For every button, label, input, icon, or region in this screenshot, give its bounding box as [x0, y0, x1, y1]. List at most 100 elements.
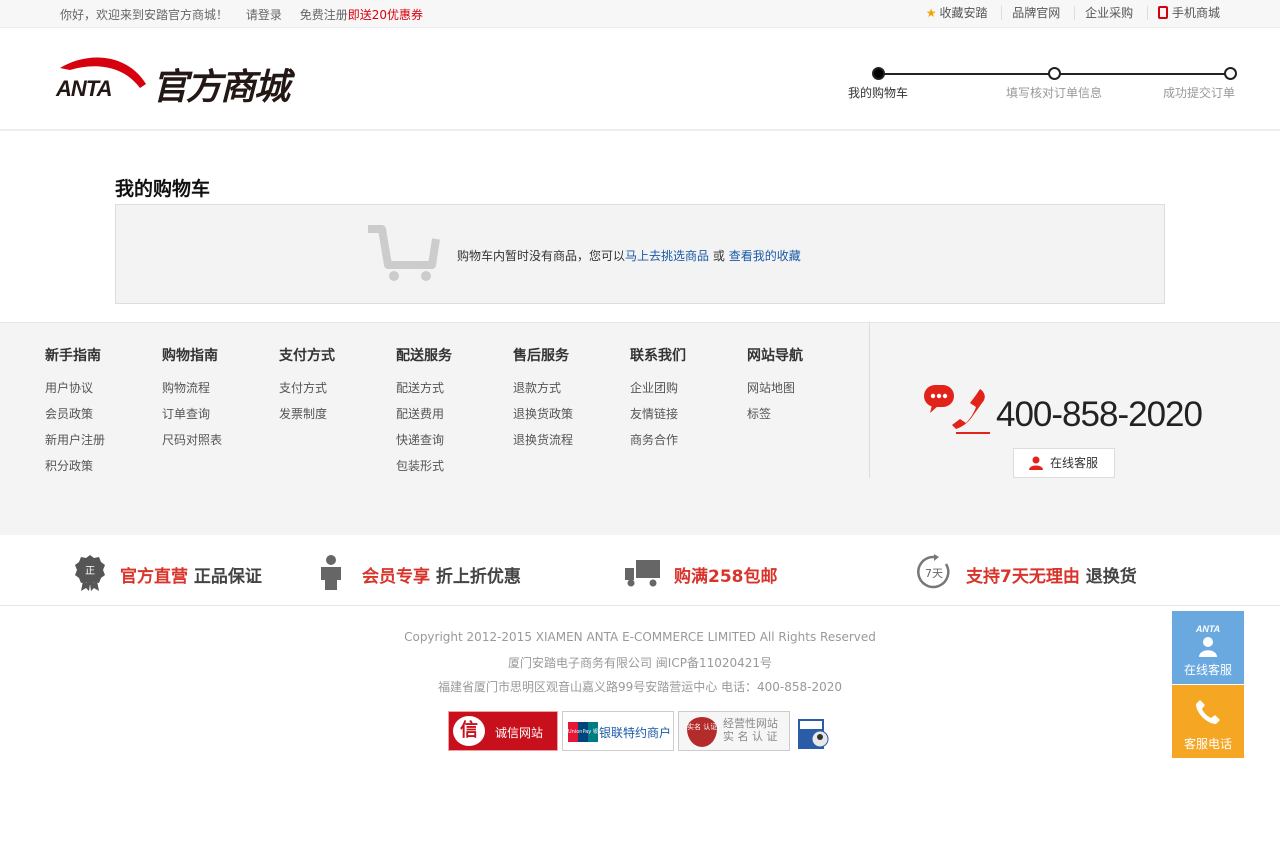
- anta-logo[interactable]: ANTA 官方商城: [56, 54, 316, 108]
- enterprise-link[interactable]: 企业采购: [1074, 6, 1143, 20]
- footer-link[interactable]: 退换货政策: [513, 405, 573, 431]
- guarantee-highlight: 购满258包邮: [674, 567, 778, 587]
- user-icon: [1029, 456, 1043, 470]
- hotline: 400-858-2020: [922, 383, 1203, 438]
- footer-col-title: 网站导航: [747, 348, 803, 364]
- top-bar-right: ★ 收藏安踏 品牌官网 企业采购 手机商城: [916, 6, 1230, 20]
- copyright: Copyright 2012-2015 XIAMEN ANTA E-COMMER…: [0, 630, 1280, 702]
- footer-col-title: 新手指南: [45, 348, 101, 364]
- register-promo[interactable]: 即送20优惠券: [348, 8, 423, 22]
- footer-col-aftersales: 售后服务 退款方式 退换货政策 退换货流程: [513, 345, 573, 457]
- guarantee-desc: 折上折优惠: [435, 567, 521, 587]
- greeting-text: 你好，欢迎来到安踏官方商城！: [60, 8, 229, 22]
- step-label-2: 填写核对订单信息: [1006, 86, 1103, 100]
- unionpay-label: 银联特约商户: [599, 726, 672, 740]
- member-icon: [321, 555, 341, 590]
- medal-icon: 正: [75, 555, 105, 591]
- footer-link[interactable]: 会员政策: [45, 405, 105, 431]
- guarantee-text: 会员专享 折上折优惠: [362, 562, 521, 587]
- footer-link[interactable]: 退换货流程: [513, 431, 573, 457]
- footer-link[interactable]: 配送方式: [396, 379, 452, 405]
- phone-icon: [1196, 700, 1220, 724]
- online-service-label[interactable]: 在线客服: [1050, 456, 1098, 470]
- footer-link[interactable]: 网站地图: [747, 379, 803, 405]
- hotline-number: 400-858-2020: [996, 395, 1203, 434]
- license-badge[interactable]: 实名 认证 经营性网站 实 名 认 证: [678, 711, 790, 751]
- guarantee-desc: 正品保证: [193, 567, 262, 587]
- float-phone-label[interactable]: 客服电话: [1172, 735, 1244, 752]
- medal-badge-text: 正: [85, 566, 95, 577]
- guarantee-desc: 退换货: [1085, 567, 1137, 587]
- customer-service-icon: [1199, 637, 1217, 657]
- unionpay-badge[interactable]: UnionPay 银联 银联特约商户: [562, 711, 674, 751]
- footer-col-payment: 支付方式 支付方式 发票制度: [279, 345, 335, 431]
- shield-icon: 实名 认证: [687, 717, 717, 747]
- credit-site-badge[interactable]: 信 诚信网站: [448, 711, 558, 751]
- empty-cart-box: 购物车内暂时没有商品，您可以马上去挑选商品 或 查看我的收藏: [115, 204, 1165, 304]
- top-bar: 你好，欢迎来到安踏官方商城！ 请登录 免费注册即送20优惠券 ★ 收藏安踏 品牌官…: [0, 0, 1280, 28]
- copyright-line: Copyright 2012-2015 XIAMEN ANTA E-COMMER…: [404, 630, 876, 644]
- footer-col-newbie: 新手指南 用户协议 会员政策 新用户注册 积分政策: [45, 345, 105, 483]
- guarantee-text: 官方直营 正品保证: [120, 562, 262, 587]
- online-service-button[interactable]: 在线客服: [1013, 448, 1115, 478]
- footer-link[interactable]: 标签: [747, 405, 803, 431]
- footer-link[interactable]: 购物流程: [162, 379, 222, 405]
- credit-logo-icon: 信: [453, 716, 485, 746]
- footer-link[interactable]: 商务合作: [630, 431, 686, 457]
- footer-link[interactable]: 快递查询: [396, 431, 452, 457]
- favorite-label[interactable]: 收藏安踏: [939, 6, 987, 20]
- mobile-phone-icon: [1157, 6, 1168, 19]
- address-line: 福建省厦门市思明区观音山嘉义路99号安踏营运中心 电话：400-858-2020: [437, 680, 843, 694]
- step-dot-1: [872, 67, 885, 80]
- footer-link[interactable]: 企业团购: [630, 379, 686, 405]
- star-icon: ★: [925, 6, 937, 20]
- guarantee-highlight: 支持7天无理由: [966, 567, 1080, 587]
- register-prefix[interactable]: 免费注册: [300, 8, 348, 22]
- mobile-link[interactable]: 手机商城: [1146, 6, 1230, 20]
- cart-title: 我的购物车: [115, 178, 211, 200]
- footer-link[interactable]: 新用户注册: [45, 431, 105, 457]
- footer-col-title: 联系我们: [630, 348, 686, 364]
- step-label-1: 我的购物车: [848, 86, 909, 100]
- police-badge-icon[interactable]: [796, 713, 832, 751]
- footer-link[interactable]: 积分政策: [45, 457, 105, 483]
- step-label-3: 成功提交订单: [1163, 86, 1236, 100]
- footer-link[interactable]: 用户协议: [45, 379, 105, 405]
- seven-day-icon: 7天: [917, 554, 950, 589]
- step-dot-2: [1048, 67, 1061, 80]
- footer-link[interactable]: 退款方式: [513, 379, 573, 405]
- logo-en: ANTA: [56, 76, 112, 101]
- footer-link[interactable]: 包装形式: [396, 457, 452, 483]
- login-link[interactable]: 请登录: [246, 8, 282, 22]
- phone-chat-icon: [924, 385, 990, 434]
- footer-col-title: 支付方式: [279, 348, 335, 364]
- float-online-service[interactable]: ANTA 在线客服: [1172, 611, 1244, 684]
- header: ANTA 官方商城 我的购物车 填写核对订单信息 成功提交订单: [0, 28, 1280, 131]
- empty-cart-message: 购物车内暂时没有商品，您可以马上去挑选商品 或 查看我的收藏: [457, 247, 801, 264]
- mobile-label[interactable]: 手机商城: [1172, 6, 1220, 20]
- footer-link[interactable]: 友情链接: [630, 405, 686, 431]
- guarantee-text: 购满258包邮: [674, 562, 778, 587]
- shopping-cart-icon: [368, 225, 440, 281]
- footer-link[interactable]: 配送费用: [396, 405, 452, 431]
- footer-link[interactable]: 支付方式: [279, 379, 335, 405]
- top-bar-left: 你好，欢迎来到安踏官方商城！ 请登录 免费注册即送20优惠券: [60, 6, 423, 23]
- empty-cart-text: 购物车内暂时没有商品，您可以: [457, 249, 626, 263]
- favorite-link[interactable]: ★ 收藏安踏: [916, 6, 998, 20]
- float-service-label[interactable]: 在线客服: [1172, 661, 1244, 678]
- register-link[interactable]: 免费注册即送20优惠券: [300, 8, 423, 22]
- credit-label: 诚信网站: [495, 726, 544, 740]
- view-favorites-link[interactable]: 查看我的收藏: [729, 249, 801, 263]
- footer-col-contact: 联系我们 企业团购 友情链接 商务合作: [630, 345, 686, 457]
- unionpay-logo-icon: UnionPay 银联: [568, 722, 598, 742]
- guarantee-highlight: 官方直营: [120, 567, 188, 587]
- company-icp-line: 厦门安踏电子商务有限公司 闽ICP备11020421号: [507, 656, 773, 670]
- seven-day-text: 7天: [925, 567, 943, 580]
- or-text: 或: [712, 249, 725, 263]
- go-shopping-link[interactable]: 马上去挑选商品: [625, 249, 709, 263]
- float-service-phone[interactable]: 客服电话: [1172, 685, 1244, 758]
- footer-link[interactable]: 发票制度: [279, 405, 335, 431]
- footer-link[interactable]: 尺码对照表: [162, 431, 222, 457]
- brand-site-link[interactable]: 品牌官网: [1001, 6, 1070, 20]
- footer-link[interactable]: 订单查询: [162, 405, 222, 431]
